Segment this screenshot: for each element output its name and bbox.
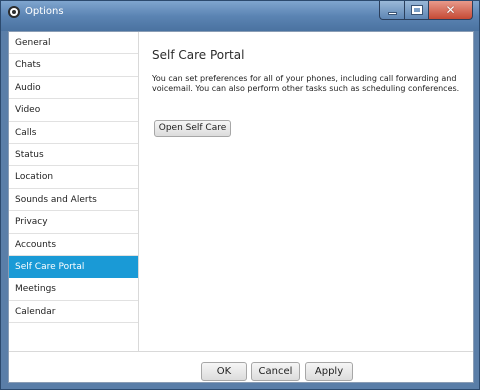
window-title: Options [25,6,64,17]
page-title: Self Care Portal [152,48,245,62]
maximize-icon [410,5,423,15]
close-button[interactable]: ✕ [429,1,473,20]
caption-buttons: ✕ [379,1,473,21]
sidebar-item-video[interactable]: Video [9,99,138,122]
sidebar-item-general[interactable]: General [9,32,138,55]
sidebar-item-self-care-portal[interactable]: Self Care Portal [9,255,138,279]
sidebar-item-meetings[interactable]: Meetings [9,278,138,301]
open-self-care-button[interactable]: Open Self Care [154,120,231,137]
maximize-button[interactable] [405,1,429,20]
settings-panel: Self Care Portal You can set preferences… [140,32,473,351]
sidebar-item-privacy[interactable]: Privacy [9,211,138,234]
close-icon: ✕ [445,3,456,17]
app-logo-icon [8,6,20,18]
sidebar-item-sounds-and-alerts[interactable]: Sounds and Alerts [9,189,138,212]
minimize-button[interactable] [379,1,405,20]
sidebar-item-status[interactable]: Status [9,144,138,167]
ok-button[interactable]: OK [201,362,247,381]
apply-button[interactable]: Apply [305,362,353,381]
dialog-footer: OK Cancel Apply [9,351,473,382]
options-window: Options ✕ General Chats Audio Video Call… [0,0,480,390]
sidebar-item-audio[interactable]: Audio [9,77,138,100]
cancel-button[interactable]: Cancel [251,362,300,381]
sidebar-item-calls[interactable]: Calls [9,122,138,144]
sidebar-item-calendar[interactable]: Calendar [9,301,138,324]
sidebar-item-accounts[interactable]: Accounts [9,234,138,256]
minimize-icon [387,11,397,15]
options-sidebar: General Chats Audio Video Calls Status L… [9,32,139,351]
dialog-body: General Chats Audio Video Calls Status L… [8,31,474,383]
panel-description: You can set preferences for all of your … [152,74,460,93]
sidebar-item-chats[interactable]: Chats [9,54,138,77]
sidebar-item-location[interactable]: Location [9,166,138,189]
title-bar[interactable]: Options ✕ [1,1,479,31]
